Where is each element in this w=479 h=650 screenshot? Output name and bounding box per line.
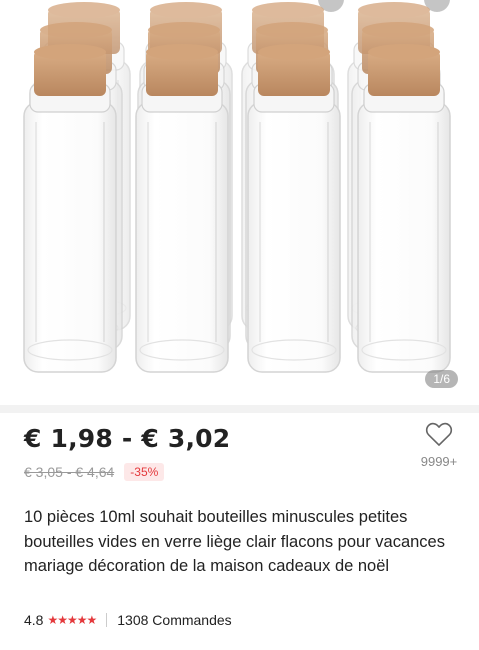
rating-score: 4.8 [24,612,44,628]
divider [0,405,479,413]
image-counter: 1/6 [425,370,458,388]
product-image [23,1,451,373]
star-icon: ★★★★★ [47,613,97,627]
current-price: € 1,98 - € 3,02 [24,424,231,453]
original-price: € 3,05 - € 4,64 [24,464,115,480]
product-image-gallery[interactable]: 1/6 [0,0,479,405]
wishlist-button[interactable]: 9999+ [417,421,461,469]
rating-row[interactable]: 4.8 ★★★★★ 1308 Commandes [24,612,232,628]
heart-icon[interactable] [425,421,453,447]
separator [106,613,108,627]
product-title: 10 pièces 10ml souhait bouteilles minusc… [24,508,445,575]
wishlist-count: 9999+ [420,454,458,469]
original-price-row: € 3,05 - € 4,64 -35% [24,463,165,481]
orders-count: 1308 Commandes [117,612,232,628]
price-row: € 1,98 - € 3,02 [24,424,230,453]
discount-badge: -35% [124,463,165,481]
